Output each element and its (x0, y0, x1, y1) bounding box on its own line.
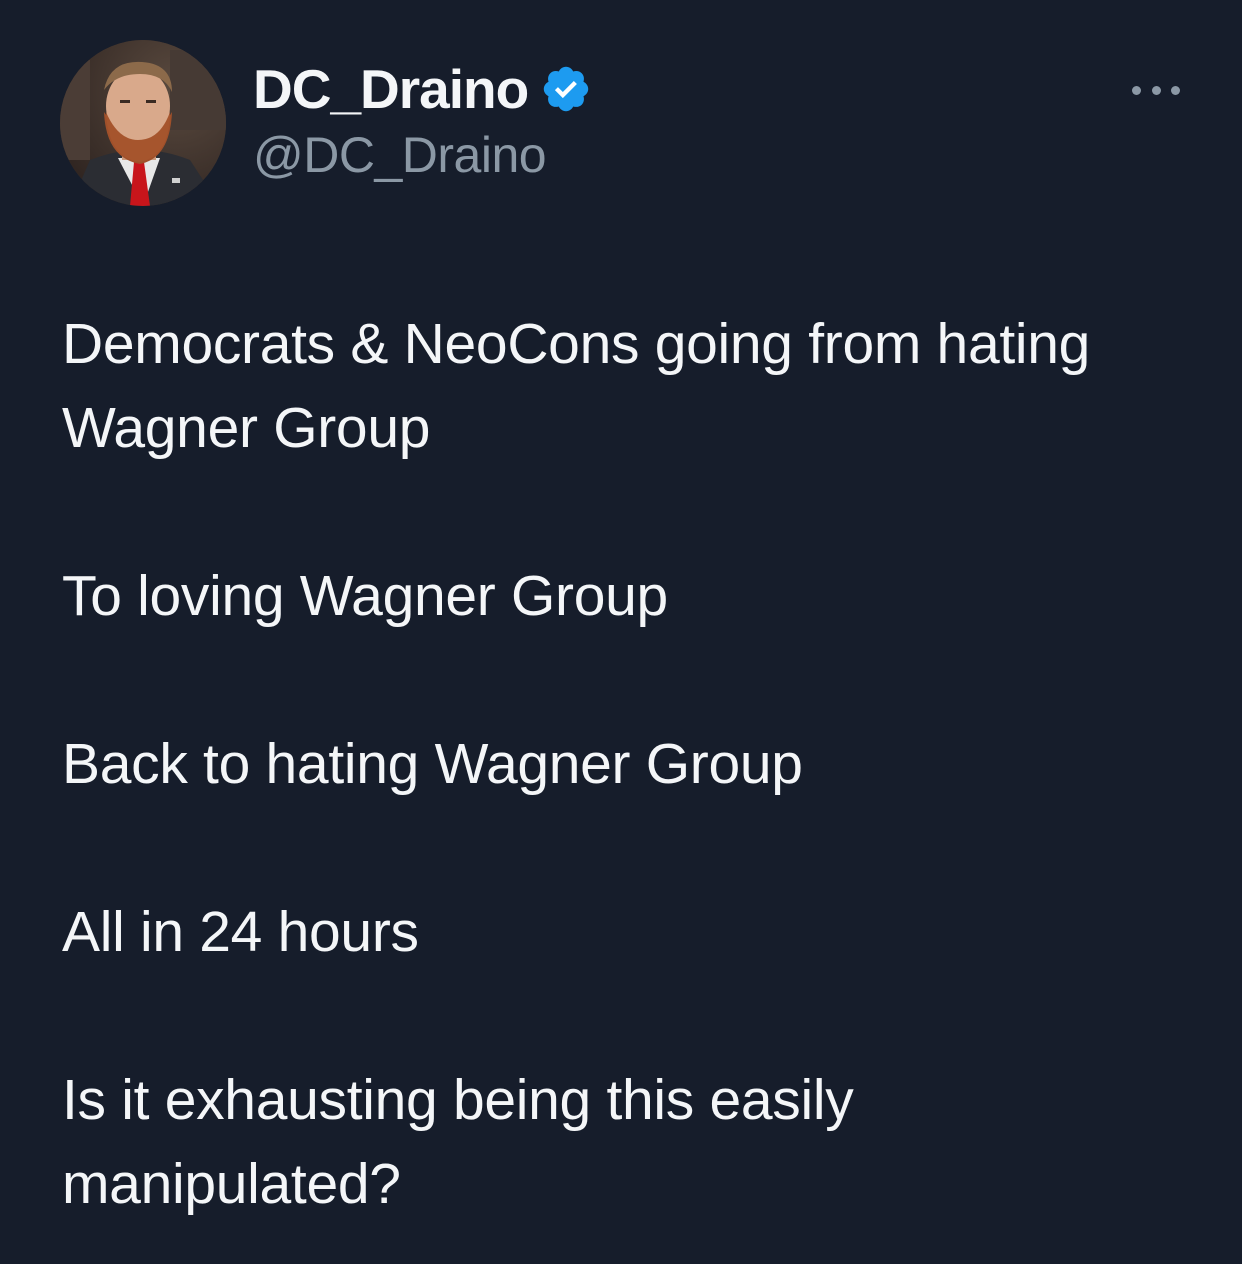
avatar-image (60, 40, 226, 206)
display-name[interactable]: DC_Draino (253, 58, 529, 120)
tweet-paragraph: Is it exhausting being this easily manip… (62, 1068, 854, 1216)
verified-badge-icon (540, 63, 592, 115)
tweet-paragraph: Democrats & NeoCons going from hating Wa… (62, 312, 1091, 460)
dot (1171, 85, 1180, 95)
handle[interactable]: @DC_Draino (253, 124, 592, 186)
tweet-paragraph: All in 24 hours (62, 900, 419, 964)
avatar[interactable] (60, 40, 226, 206)
tweet-text: Democrats & NeoCons going from hating Wa… (62, 302, 1182, 1226)
tweet: DC_Draino @DC_Draino Democrats & NeoCons… (0, 0, 1242, 1264)
tweet-paragraph: To loving Wagner Group (62, 564, 668, 628)
more-options-icon[interactable] (1132, 80, 1180, 100)
dot (1132, 85, 1141, 95)
name-row: DC_Draino (253, 58, 592, 120)
dot (1151, 85, 1161, 95)
tweet-paragraph: Back to hating Wagner Group (62, 732, 803, 796)
author-identity[interactable]: DC_Draino @DC_Draino (253, 58, 592, 186)
